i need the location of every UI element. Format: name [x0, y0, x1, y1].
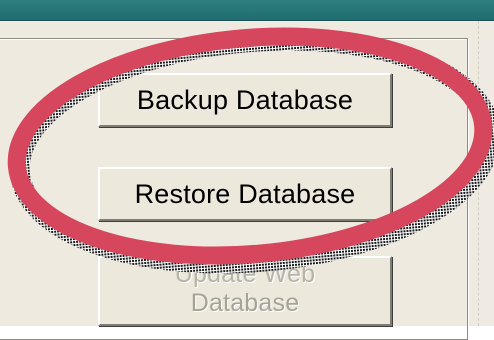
backup-database-button[interactable]: Backup Database	[98, 73, 392, 127]
window-right-edge	[478, 21, 494, 326]
restore-database-button[interactable]: Restore Database	[98, 167, 392, 221]
window-title-bar	[0, 0, 494, 21]
database-label: Database	[190, 289, 300, 317]
update-web-database-button: Update Web Database	[98, 256, 392, 326]
update-web-label: Update Web	[174, 260, 316, 288]
